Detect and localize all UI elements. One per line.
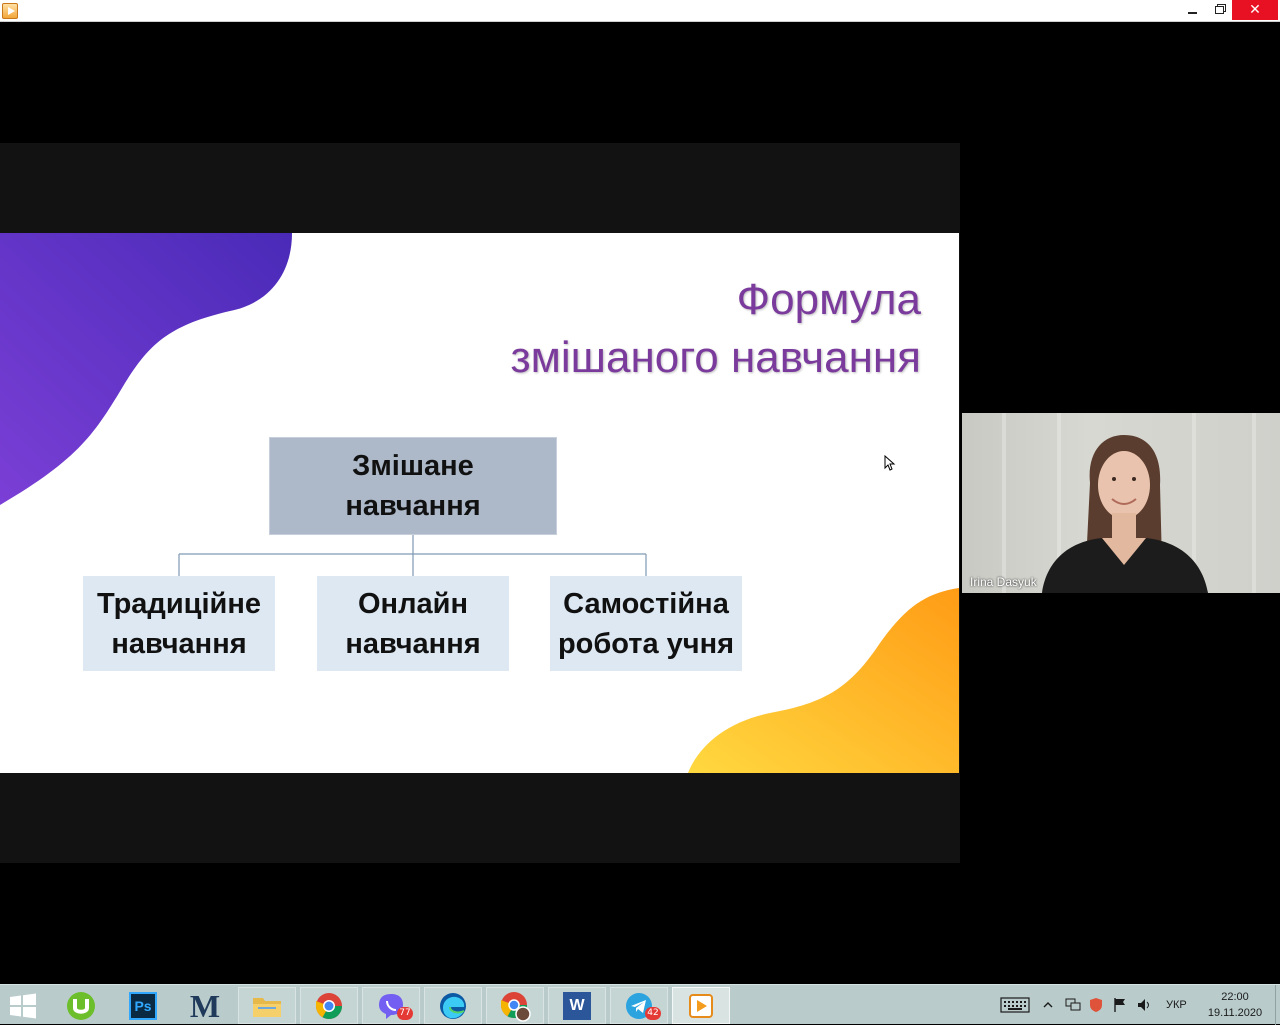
diagram-node-blended-learning: Змішане навчання (270, 438, 556, 534)
word-icon-label: W (569, 996, 585, 1014)
language-label: УКР (1166, 999, 1187, 1011)
chrome-profile-icon (500, 991, 531, 1022)
node-label-line1: Традиційне (96, 587, 262, 620)
volume-icon[interactable] (1136, 996, 1154, 1014)
taskbar-edge[interactable] (424, 987, 482, 1024)
diagram-node-independent-work: Самостійна робота учня (550, 576, 742, 671)
word-icon: W (563, 991, 591, 1020)
participant-eye (1132, 477, 1136, 481)
windows-taskbar: Ps M 77 W 42 УКР 22:00 19.11.2020 (0, 984, 1280, 1025)
show-desktop-button[interactable] (1275, 985, 1280, 1025)
touch-keyboard-icon[interactable] (1000, 997, 1030, 1013)
taskbar-word[interactable]: W (548, 987, 606, 1024)
clock-time: 22:00 (1221, 991, 1249, 1003)
taskbar-video-player[interactable] (672, 987, 730, 1024)
chrome-icon (315, 992, 343, 1019)
node-label-line1: Змішане (352, 450, 474, 482)
taskbar-chrome-profile[interactable] (486, 987, 544, 1024)
folder-icon (253, 997, 281, 1017)
taskbar-mendeley[interactable]: M (176, 987, 234, 1024)
mendeley-icon: M (190, 990, 220, 1022)
minimize-button[interactable] (1178, 0, 1206, 20)
telegram-notification-badge: 42 (645, 1007, 661, 1020)
participant-face-shape (1098, 451, 1150, 519)
viber-notification-badge: 77 (397, 1007, 413, 1020)
video-player-app-icon (2, 3, 18, 19)
restore-icon (1214, 6, 1224, 14)
photoshop-icon-label: Ps (134, 997, 152, 1014)
participant-video-frame (1042, 435, 1208, 593)
mouse-cursor-icon (884, 455, 896, 471)
utorrent-icon (67, 991, 95, 1020)
video-player-icon (689, 993, 713, 1018)
node-label-line1: Самостійна (563, 587, 729, 620)
node-label-line1: Онлайн (358, 587, 468, 620)
antivirus-shield-icon[interactable] (1088, 996, 1104, 1014)
language-indicator[interactable]: УКР (1166, 985, 1187, 1025)
show-hidden-icons-chevron-icon[interactable] (1043, 1001, 1053, 1009)
clock-date: 19.11.2020 (1207, 1007, 1263, 1019)
node-label-line2: навчання (345, 490, 481, 522)
taskbar-photoshop[interactable]: Ps (114, 987, 172, 1024)
participant-name-label: Irina Dasyuk (970, 575, 1037, 589)
edge-icon (440, 992, 466, 1019)
restore-button[interactable] (1205, 0, 1233, 20)
taskbar-telegram[interactable]: 42 (610, 987, 668, 1024)
presentation-slide: Формула змішаного навчання Змішане навча… (0, 233, 959, 773)
node-label-line2: навчання (345, 627, 481, 660)
action-center-flag-icon[interactable] (1112, 996, 1128, 1014)
close-button[interactable]: ✕ (1232, 0, 1278, 20)
mendeley-icon-label: M (189, 987, 221, 1024)
node-label-line2: навчання (111, 627, 247, 660)
window-titlebar: ✕ (0, 0, 1280, 22)
taskbar-file-explorer[interactable] (238, 987, 296, 1024)
close-icon: ✕ (1249, 2, 1261, 18)
diagram-node-traditional-learning: Традиційне навчання (83, 576, 275, 671)
photoshop-icon: Ps (129, 991, 157, 1020)
network-icon[interactable] (1064, 997, 1082, 1013)
diagram-node-online-learning: Онлайн навчання (317, 576, 509, 671)
taskbar-viber[interactable]: 77 (362, 987, 420, 1024)
taskbar-clock[interactable]: 22:00 19.11.2020 (1200, 989, 1270, 1021)
node-label-line2: робота учня (557, 627, 735, 660)
taskbar-utorrent[interactable] (52, 987, 110, 1024)
participant-eye (1112, 477, 1116, 481)
taskbar-chrome[interactable] (300, 987, 358, 1024)
minimize-icon (1187, 12, 1197, 14)
windows-start-icon[interactable] (8, 992, 38, 1020)
participant-video-tile[interactable]: Irina Dasyuk (962, 413, 1280, 593)
